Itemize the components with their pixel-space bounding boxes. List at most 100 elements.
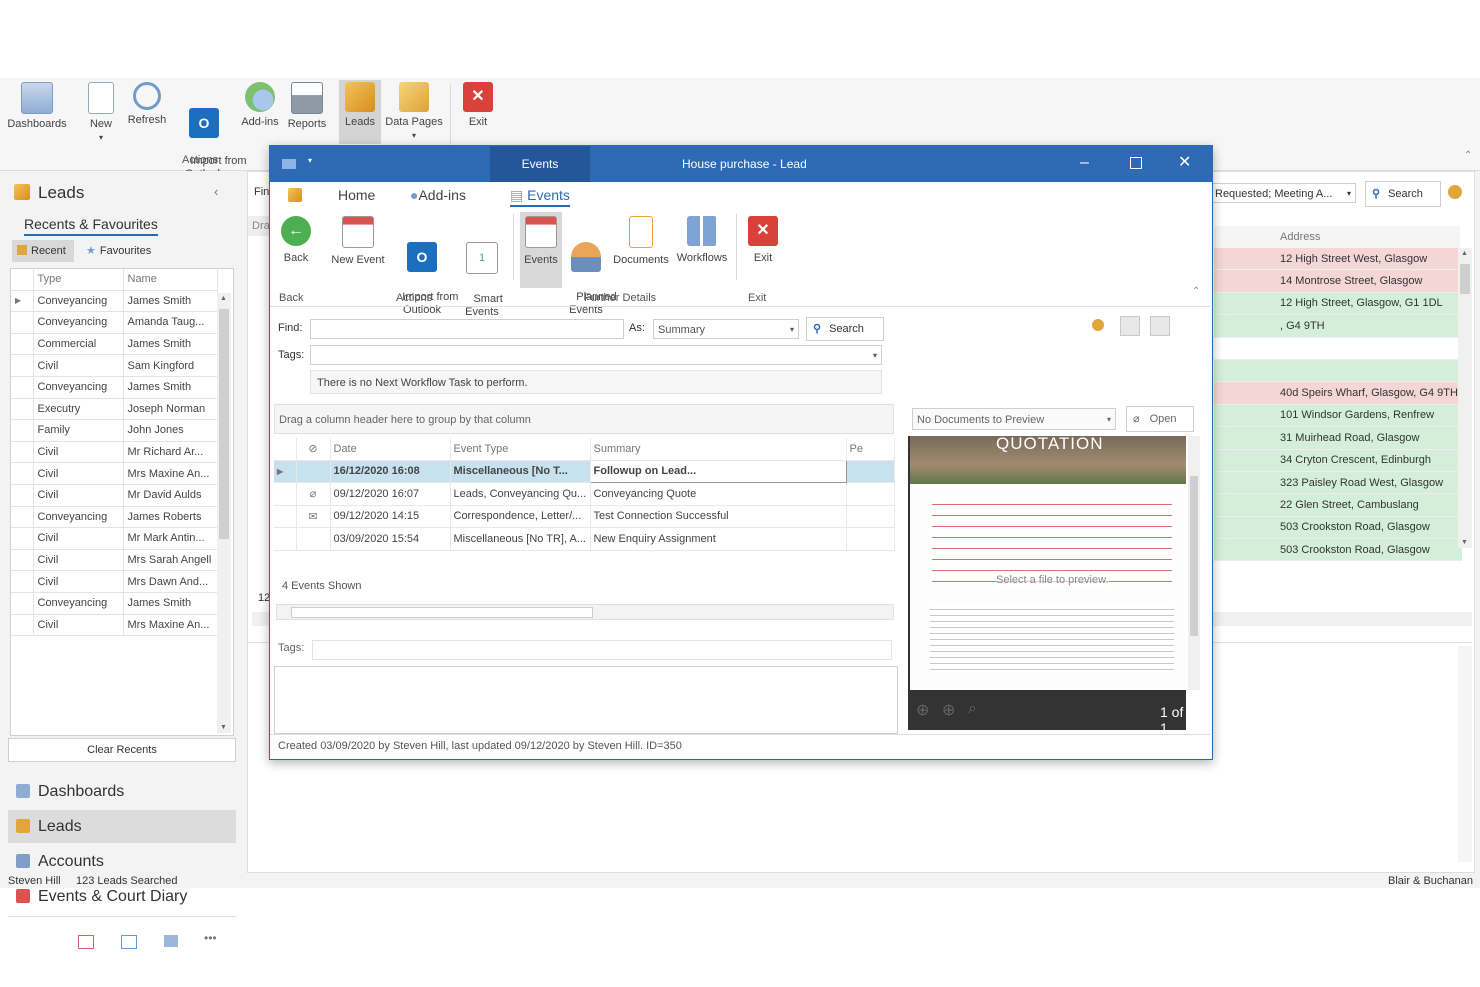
diary-small-icon[interactable] <box>121 935 137 949</box>
tab-favourites[interactable]: ★ Favourites <box>86 240 168 262</box>
user-icon[interactable] <box>1448 185 1462 199</box>
filter-select[interactable]: Requested; Meeting A... ▾ <box>1212 183 1356 203</box>
col-name-header[interactable]: Name <box>123 269 218 291</box>
upload-icon[interactable]: ⊕ <box>916 700 929 720</box>
events-hscrollbar[interactable] <box>276 604 894 620</box>
table-row[interactable]: 03/09/2020 15:54 Miscellaneous [No TR], A… <box>274 527 895 551</box>
table-row[interactable]: 503 Crookston Road, Glasgow <box>1214 538 1462 562</box>
notes-textarea[interactable] <box>274 666 898 734</box>
collapse-ribbon-icon[interactable]: ⌃ <box>1192 286 1200 297</box>
dialog-app-icon[interactable] <box>288 188 302 202</box>
list-item[interactable]: ▶ Conveyancing James Smith <box>11 290 218 313</box>
dashboards-button[interactable]: Dashboards <box>6 80 68 131</box>
list-item[interactable]: Civil Mrs Maxine An... <box>11 614 218 637</box>
recents-scrollbar[interactable]: ▲ ▼ <box>217 293 231 733</box>
table-row[interactable]: 12 High Street, Glasgow, G1 1DL <box>1214 292 1462 316</box>
table-row[interactable]: 22 Glen Street, Cambuslang <box>1214 493 1462 517</box>
planned-events-button[interactable]: Planned Events <box>564 216 617 330</box>
table-row[interactable]: 503 Crookston Road, Glasgow <box>1214 516 1462 540</box>
table-row[interactable]: 34 Cryton Crescent, Edinburgh <box>1214 449 1462 472</box>
refresh-button[interactable]: Refresh <box>124 80 170 127</box>
table-row[interactable]: 31 Muirhead Road, Glasgow <box>1214 426 1462 450</box>
tags-input[interactable]: ▾ <box>310 345 882 365</box>
list-item[interactable]: Civil Mr Richard Ar... <box>11 441 218 464</box>
list-item[interactable]: Conveyancing James Smith <box>11 376 218 399</box>
col-type-header[interactable]: Type <box>33 269 124 291</box>
grid-scrollbar[interactable]: ▲ ▼ <box>1458 248 1472 548</box>
table-row[interactable] <box>1214 359 1462 383</box>
table-row[interactable]: ✉ 09/12/2020 14:15 Correspondence, Letter/… <box>274 505 895 528</box>
calendar-small-icon[interactable] <box>78 935 94 949</box>
new-button[interactable]: New ▾ <box>84 80 118 144</box>
list-item[interactable]: Executry Joseph Norman <box>11 398 218 421</box>
date-column-header[interactable]: Date <box>330 438 451 461</box>
maximize-button[interactable] <box>1130 157 1142 169</box>
as-select[interactable]: Summary ▾ <box>653 319 799 339</box>
minimize-button[interactable]: – <box>1080 154 1089 172</box>
list-item[interactable]: Family John Jones <box>11 419 218 442</box>
download-icon[interactable]: ⊕ <box>942 700 955 720</box>
tab-home[interactable]: Home <box>338 187 375 203</box>
quick-access-dropdown[interactable]: ▾ <box>308 156 312 165</box>
tab-recent[interactable]: Recent <box>12 240 74 262</box>
list-item[interactable]: Conveyancing James Roberts <box>11 506 218 529</box>
grid-small-icon[interactable] <box>164 935 178 947</box>
list-item[interactable]: Civil Mr Mark Antin... <box>11 527 218 550</box>
list-item[interactable]: Civil Mrs Dawn And... <box>11 570 218 593</box>
more-nav-button[interactable]: ••• <box>204 931 217 945</box>
table-row[interactable] <box>1214 337 1462 360</box>
documents-button[interactable]: Documents <box>612 216 670 267</box>
close-window-button[interactable]: ✕ <box>1178 152 1191 172</box>
back-button[interactable]: ← Back <box>276 216 316 265</box>
tags-field-2[interactable] <box>312 640 892 660</box>
user-icon[interactable] <box>1092 319 1104 331</box>
preview-scrollbar[interactable] <box>1188 436 1200 690</box>
lower-scrollbar[interactable] <box>1458 646 1472 862</box>
table-row[interactable]: 101 Windsor Gardens, Renfrew <box>1214 404 1462 428</box>
reports-button[interactable]: Reports <box>284 80 330 131</box>
events-button[interactable]: Events <box>520 212 562 288</box>
list-item[interactable]: Commercial James Smith <box>11 333 218 356</box>
nav-item-accounts[interactable]: Accounts <box>8 845 236 878</box>
table-row[interactable]: 14 Montrose Street, Glasgow <box>1214 269 1462 293</box>
workflows-button[interactable]: Workflows <box>674 216 730 265</box>
address-column-header[interactable]: Address <box>1214 226 1460 248</box>
data-pages-button[interactable]: Data Pages ▾ <box>384 80 444 142</box>
find-input[interactable] <box>310 319 624 339</box>
nav-item-dashboards[interactable]: Dashboards <box>8 775 236 808</box>
exit-button[interactable]: ✕ Exit <box>458 80 498 129</box>
nav-item-leads[interactable]: Leads <box>8 810 236 843</box>
document-select[interactable]: No Documents to Preview ▾ <box>912 408 1116 430</box>
pe-column-header[interactable]: Pe <box>846 438 895 461</box>
layout-bottom-icon[interactable] <box>1120 316 1140 336</box>
table-row[interactable]: ▶ 16/12/2020 16:08 Miscellaneous [No T... F… <box>274 459 895 483</box>
list-item[interactable]: Conveyancing James Smith <box>11 592 218 615</box>
add-ins-button[interactable]: Add-ins <box>240 80 280 129</box>
import-outlook-button[interactable]: O Import from Outlook <box>390 216 458 330</box>
tab-add-ins[interactable]: ●Add-ins <box>410 187 466 203</box>
list-item[interactable]: Civil Mrs Sarah Angell <box>11 549 218 572</box>
zoom-icon[interactable]: ⌕ <box>968 700 977 718</box>
list-item[interactable]: Civil Mrs Maxine An... <box>11 462 218 485</box>
leads-button[interactable]: Leads <box>339 80 381 144</box>
new-event-button[interactable]: New Event <box>328 216 388 267</box>
tab-events[interactable]: ▤ Events <box>510 187 570 207</box>
list-item[interactable]: Civil Mr David Aulds <box>11 484 218 507</box>
collapse-nav-icon[interactable]: ‹ <box>214 184 218 199</box>
clear-recents-button[interactable]: Clear Recents <box>8 738 236 762</box>
layout-right-icon[interactable] <box>1150 316 1170 336</box>
table-row[interactable]: , G4 9TH <box>1214 314 1462 338</box>
summary-column-header[interactable]: Summary <box>590 438 847 461</box>
table-row[interactable]: 12 High Street West, Glasgow <box>1214 248 1462 271</box>
list-item[interactable]: Conveyancing Amanda Taug... <box>11 311 218 334</box>
smart-events-button[interactable]: 1 Smart Events <box>460 216 504 332</box>
table-row[interactable]: 323 Paisley Road West, Glasgow <box>1214 471 1462 495</box>
search-button[interactable]: ⚲ Search <box>806 317 884 341</box>
open-button[interactable]: ⌀ Open <box>1126 406 1194 432</box>
search-button[interactable]: ⚲ Search <box>1365 181 1441 207</box>
table-row[interactable]: 40d Speirs Wharf, Glasgow, G4 9TH <box>1214 381 1462 405</box>
attachment-column-icon[interactable]: ⊘ <box>296 438 331 461</box>
collapse-ribbon-icon[interactable]: ⌃ <box>1464 150 1472 161</box>
list-item[interactable]: Civil Sam Kingford <box>11 354 218 377</box>
table-row[interactable]: ⌀ 09/12/2020 16:07 Leads, Conveyancing Qu.… <box>274 482 895 506</box>
